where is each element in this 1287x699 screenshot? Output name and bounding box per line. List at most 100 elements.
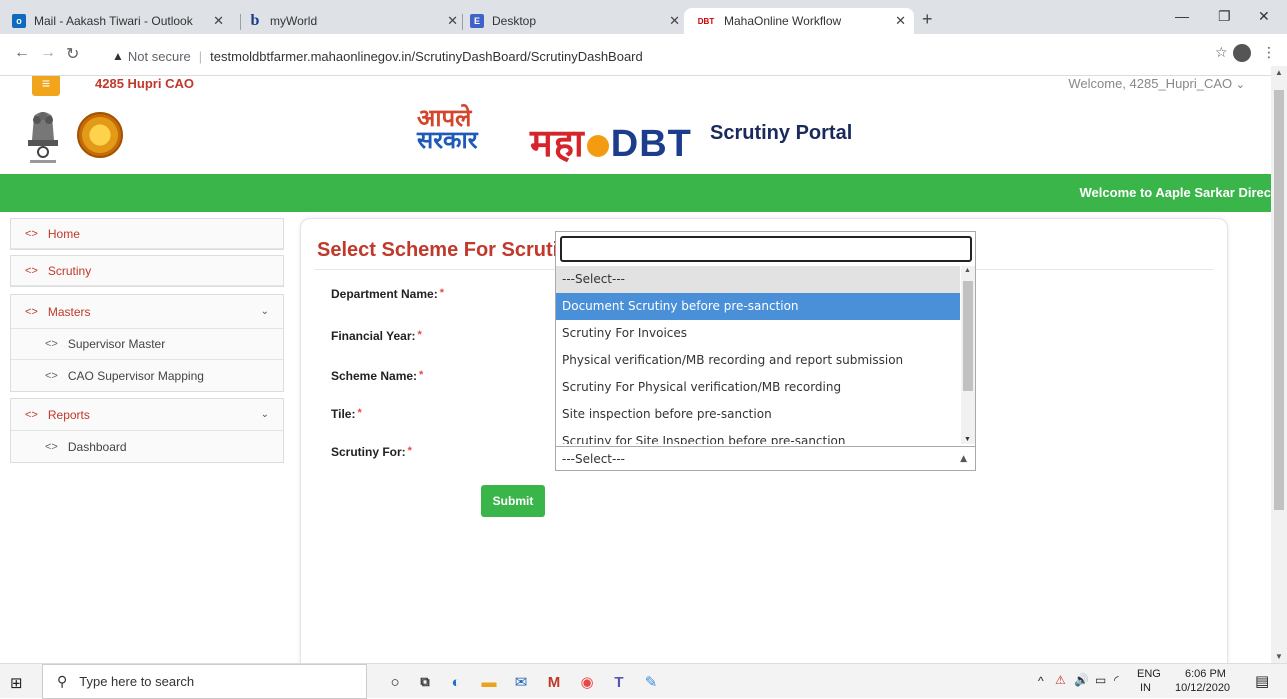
task-view-icon[interactable]: ⧉ xyxy=(414,671,436,693)
close-icon[interactable]: ✕ xyxy=(447,13,458,29)
windows-start-icon[interactable]: ⊞ xyxy=(10,674,23,692)
sidebar-item-dashboard[interactable]: <> Dashboard xyxy=(11,431,283,462)
rupee-coin-icon xyxy=(586,134,609,157)
dropdown-search-input[interactable] xyxy=(560,236,972,262)
scheme-name-label: Scheme Name: * xyxy=(331,369,424,383)
tab-myworld[interactable]: b myWorld ✕ xyxy=(248,8,458,34)
scrutiny-for-label: Scrutiny For: * xyxy=(331,445,412,459)
sidebar-item-home[interactable]: <> Home xyxy=(11,219,283,249)
outlook-icon: o xyxy=(12,14,26,28)
user-menu[interactable]: Welcome, 4285_Hupri_CAO ⌄ xyxy=(1068,76,1245,91)
scroll-down-icon[interactable]: ▼ xyxy=(964,436,971,443)
chevron-up-icon[interactable]: ^ xyxy=(1038,674,1044,688)
browser-menu-icon[interactable]: ⋮ xyxy=(1262,44,1276,61)
sidebar-item-masters[interactable]: <> Masters ⌄ xyxy=(11,295,283,329)
scrollbar-thumb[interactable] xyxy=(963,281,973,391)
welcome-band: Welcome to Aaple Sarkar Direc xyxy=(0,174,1271,212)
logo-band: आपले सरकार महा DBT Scrutiny Portal xyxy=(0,94,1271,174)
dropdown-option[interactable]: Scrutiny for Site Inspection before pre-… xyxy=(556,428,960,444)
url-field[interactable]: ▲ Not secure | testmoldbtfarmer.mahaonli… xyxy=(112,43,1242,69)
security-status: Not secure xyxy=(127,48,191,64)
scrutiny-for-dropdown[interactable]: ---Select--- Document Scrutiny before pr… xyxy=(555,231,976,471)
dropdown-option[interactable]: Scrutiny For Invoices xyxy=(556,320,960,347)
window-close-button[interactable]: ✕ xyxy=(1258,8,1270,25)
chevron-up-icon: ▲ xyxy=(960,454,967,464)
close-icon[interactable]: ✕ xyxy=(669,13,680,29)
scrutiny-for-select[interactable]: ---Select--- ▲ xyxy=(556,446,975,470)
restore-button[interactable]: ❐ xyxy=(1218,8,1231,25)
tab-desktop[interactable]: E Desktop ✕ xyxy=(470,8,680,34)
scroll-up-icon[interactable]: ▲ xyxy=(1275,68,1283,77)
dropdown-option[interactable]: Scrutiny For Physical verification/MB re… xyxy=(556,374,960,401)
edge-icon[interactable]: ◐ xyxy=(445,671,467,693)
bookmark-star-icon[interactable]: ☆ xyxy=(1215,44,1228,61)
search-icon: ⚲ xyxy=(57,673,68,689)
notifications-icon[interactable]: ▤ xyxy=(1255,672,1269,690)
dropdown-option[interactable]: ---Select--- xyxy=(556,266,960,293)
cortana-icon[interactable]: ○ xyxy=(384,671,406,693)
back-icon[interactable]: ← xyxy=(14,44,30,62)
dropdown-option[interactable]: Physical verification/MB recording and r… xyxy=(556,347,960,374)
teams-icon[interactable]: T xyxy=(608,671,630,693)
sidebar-item-label: Dashboard xyxy=(67,439,127,454)
sidebar-item-label: Scrutiny xyxy=(47,263,92,278)
clock-date[interactable]: 10/12/2020 xyxy=(1175,682,1230,694)
language-code[interactable]: ENG xyxy=(1137,668,1161,680)
financial-year-label: Financial Year: * xyxy=(331,329,422,343)
top-bar: ≡ 4285 Hupri CAO Welcome, 4285_Hupri_CAO… xyxy=(0,76,1271,96)
scroll-up-icon[interactable]: ▲ xyxy=(964,267,971,274)
aaple-sarkar-logo: आपले सरकार xyxy=(417,105,478,154)
maharashtra-seal-icon xyxy=(77,112,123,158)
tab-outlook[interactable]: o Mail - Aakash Tiwari - Outlook ✕ xyxy=(12,8,232,34)
minimize-button[interactable]: — xyxy=(1175,8,1189,24)
warning-icon: ▲ xyxy=(112,49,124,63)
scrollbar-thumb[interactable] xyxy=(1274,90,1284,510)
close-icon[interactable]: ✕ xyxy=(895,13,906,29)
tab-label: Mail - Aakash Tiwari - Outlook xyxy=(34,14,193,28)
forward-icon[interactable]: → xyxy=(40,44,56,62)
network-warning-icon[interactable]: ⚠ xyxy=(1055,673,1066,687)
taskbar: ⊞ ⚲ Type here to search ○ ⧉ ◐ ▬ ✉ M ◉ T … xyxy=(0,663,1287,699)
sidebar-item-supervisor-master[interactable]: <> Supervisor Master xyxy=(11,329,283,360)
dropdown-option[interactable]: Document Scrutiny before pre-sanction xyxy=(556,293,960,320)
battery-icon[interactable]: ▭ xyxy=(1095,673,1106,687)
wifi-icon[interactable]: ◜ xyxy=(1114,673,1119,687)
submit-button[interactable]: Submit xyxy=(481,485,545,517)
file-explorer-icon[interactable]: ▬ xyxy=(478,671,500,693)
tab-label: MahaOnline Workflow xyxy=(724,14,842,28)
dropdown-option[interactable]: Site inspection before pre-sanction xyxy=(556,401,960,428)
mcafee-icon[interactable]: M xyxy=(543,671,565,693)
hamburger-menu-button[interactable]: ≡ xyxy=(32,76,60,96)
mail-icon[interactable]: ✉ xyxy=(510,671,532,693)
taskbar-search-placeholder: Type here to search xyxy=(79,674,195,689)
new-tab-button[interactable]: + xyxy=(922,9,933,30)
profile-avatar[interactable] xyxy=(1233,44,1251,62)
volume-icon[interactable]: 🔊 xyxy=(1074,673,1089,687)
b-icon: b xyxy=(250,12,260,29)
chevron-down-icon: ⌄ xyxy=(260,306,269,317)
reload-icon[interactable]: ↻ xyxy=(66,44,79,64)
paint-icon[interactable]: ✎ xyxy=(640,671,662,693)
sidebar-item-scrutiny[interactable]: <> Scrutiny xyxy=(11,256,283,286)
clock-time[interactable]: 6:06 PM xyxy=(1185,668,1226,680)
dbt-icon: DBT xyxy=(697,16,715,26)
sidebar-item-cao-supervisor-mapping[interactable]: <> CAO Supervisor Mapping xyxy=(11,360,283,391)
close-icon[interactable]: ✕ xyxy=(213,13,224,29)
page-scrollbar[interactable]: ▲ ▼ xyxy=(1271,66,1287,663)
portal-title: Scrutiny Portal xyxy=(710,122,853,144)
sidebar-item-label: Home xyxy=(47,226,80,241)
nav-arrows-icon: <> xyxy=(45,440,58,453)
browser-tab-strip: o Mail - Aakash Tiwari - Outlook ✕ b myW… xyxy=(0,0,1287,34)
chrome-icon[interactable]: ◉ xyxy=(576,671,598,693)
taskbar-search[interactable]: ⚲ Type here to search xyxy=(42,664,367,699)
panel-title: Select Scheme For Scrutiny xyxy=(317,239,582,261)
sidebar-item-reports[interactable]: <> Reports ⌄ xyxy=(11,399,283,431)
sidebar-reports: <> Reports ⌄ <> Dashboard xyxy=(10,398,284,463)
scroll-down-icon[interactable]: ▼ xyxy=(1275,652,1283,661)
tab-separator xyxy=(240,14,241,30)
tab-mahaonline[interactable]: DBT MahaOnline Workflow ✕ xyxy=(684,8,914,34)
address-bar: ← → ↻ ▲ Not secure | testmoldbtfarmer.ma… xyxy=(0,34,1287,76)
dropdown-scrollbar[interactable]: ▲ ▼ xyxy=(961,266,975,444)
region-code[interactable]: IN xyxy=(1140,682,1151,694)
url-separator: | xyxy=(198,48,203,64)
